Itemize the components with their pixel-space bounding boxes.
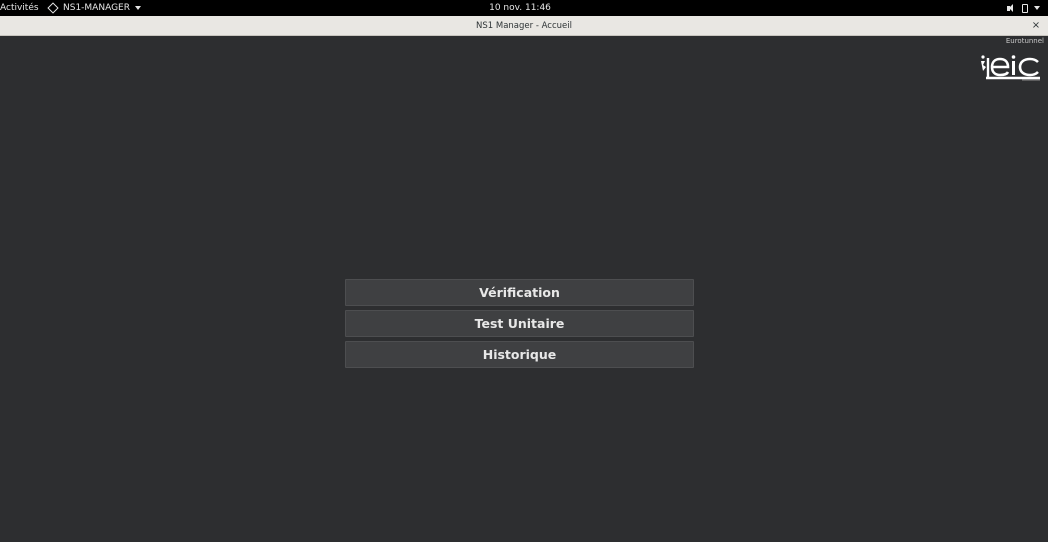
clock[interactable]: 10 nov. 11:46 [0,0,1040,16]
test-unitaire-button[interactable]: Test Unitaire [345,310,694,337]
window-title: NS1 Manager - Accueil [476,21,572,31]
system-status-area[interactable] [1007,0,1040,16]
verification-button[interactable]: Vérification [345,279,694,306]
historique-button[interactable]: Historique [345,341,694,368]
chevron-down-icon [1034,6,1040,10]
close-button[interactable]: × [1030,16,1042,36]
company-label: Eurotunnel [1005,37,1044,45]
window-title-bar[interactable]: NS1 Manager - Accueil × [0,16,1048,36]
speaker-icon [1007,3,1016,13]
eic-logo [981,55,1040,81]
main-content: Eurotunnel Vérification Test Unitaire Hi… [0,36,1048,542]
system-top-bar: Activités NS1-MANAGER 10 nov. 11:46 [0,0,1048,16]
main-menu: Vérification Test Unitaire Historique [345,279,694,372]
battery-icon [1022,3,1028,13]
